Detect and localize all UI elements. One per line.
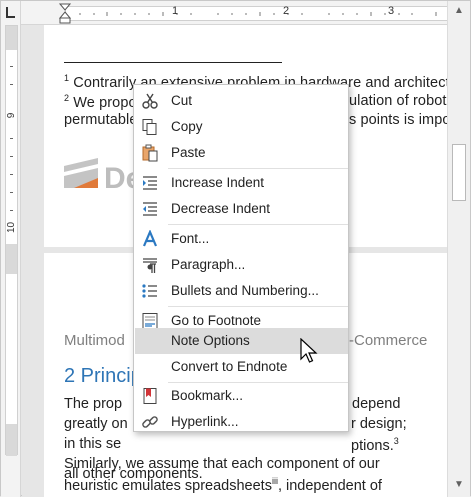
bookmark-icon [143, 388, 157, 404]
menu-item-paste[interactable]: Paste [135, 140, 348, 166]
page-header-tail: -Commerce [349, 332, 428, 349]
menu-item-bookmark[interactable]: Bookmark... [135, 383, 348, 409]
body-line-tail[interactable]: r design; [351, 416, 421, 432]
menu-item-label: Hyperlink... [171, 414, 239, 429]
menu-item-paragraph[interactable]: Paragraph... [135, 252, 348, 278]
ruler-number: 1 [172, 5, 179, 17]
footnote-2-tail[interactable]: ulation of robot [349, 93, 447, 109]
paste-icon [142, 144, 158, 162]
menu-item-label: Note Options [171, 333, 250, 348]
ruler-tick [10, 156, 13, 157]
ruler-margin [6, 26, 17, 50]
menu-item-copy[interactable]: Copy [135, 114, 348, 140]
menu-separator [168, 224, 348, 225]
paragraph-icon [143, 258, 157, 273]
menu-item-label: Bullets and Numbering... [171, 283, 319, 298]
ruler-margin [6, 424, 17, 456]
hyperlink-icon [142, 416, 158, 428]
menu-item-label: Increase Indent [171, 175, 265, 190]
menu-item-label: Copy [171, 119, 203, 134]
ruler-margin [6, 244, 17, 274]
ruler-tick [10, 66, 13, 67]
ruler-tick [10, 174, 13, 175]
menu-item-label: Go to Footnote [171, 313, 262, 328]
vertical-ruler[interactable]: 9 10 [5, 25, 18, 456]
menu-item-label: Convert to Endnote [171, 359, 288, 374]
ruler-tick [10, 210, 13, 211]
mouse-cursor-icon [300, 338, 318, 363]
ruler-tick [10, 84, 13, 85]
ruler-number: 10 [6, 221, 17, 233]
ruler-number: 2 [283, 5, 290, 17]
footnote-2-line2[interactable]: permutable [64, 112, 138, 128]
scroll-up-icon[interactable]: ▲ [453, 5, 465, 17]
menu-item-font[interactable]: Font... [135, 226, 348, 252]
ruler-tick [10, 192, 13, 193]
context-menu[interactable]: Cut Copy Paste Increase Indent Decrease … [133, 84, 349, 432]
page-header: Multimod [64, 332, 125, 349]
copy-icon [142, 119, 157, 135]
menu-separator [168, 306, 348, 307]
menu-item-cut[interactable]: Cut [135, 88, 348, 114]
menu-item-hyperlink[interactable]: Hyperlink... [135, 409, 348, 435]
ruler-number: 3 [388, 5, 395, 17]
indent-marker-icon[interactable] [59, 3, 71, 24]
bullets-icon [142, 284, 157, 298]
vertical-scrollbar[interactable]: ▲ ▼ [447, 1, 470, 497]
menu-item-label: Paragraph... [171, 257, 246, 272]
menu-item-label: Font... [171, 231, 210, 246]
footnote-separator [64, 62, 282, 63]
horizontal-ruler[interactable]: 1 2 3 [21, 1, 449, 25]
scrollbar-thumb[interactable] [452, 144, 466, 201]
menu-item-label: Decrease Indent [171, 201, 271, 216]
body-line[interactable]: all other components. [64, 466, 203, 482]
increase-indent-icon [143, 176, 157, 190]
footnote-2-line2-tail[interactable]: s points is impo [349, 112, 449, 128]
left-ruler-column: 9 10 [1, 1, 21, 497]
scissors-icon [142, 93, 158, 109]
scroll-down-icon[interactable]: ▼ [453, 479, 465, 491]
menu-item-decrease-indent[interactable]: Decrease Indent [135, 196, 348, 222]
tab-selector[interactable] [2, 2, 20, 24]
menu-item-label: Cut [171, 93, 193, 108]
body-line-tail[interactable]: depend [352, 396, 412, 412]
menu-separator [168, 168, 348, 169]
decrease-indent-icon [143, 202, 157, 216]
menu-item-bullets-numbering[interactable]: Bullets and Numbering... [135, 278, 348, 304]
ruler-number: 9 [6, 112, 17, 119]
menu-item-increase-indent[interactable]: Increase Indent [135, 170, 348, 196]
body-line-tail[interactable]: ptions.3 [351, 436, 421, 454]
ruler-tick [10, 138, 13, 139]
menu-item-label: Bookmark... [171, 388, 244, 403]
footnote-2[interactable]: 2 We propo [64, 93, 137, 111]
left-tab-icon [6, 7, 15, 18]
word-window: 9 10 1 2 3 1 Contrarily an extensive pro… [0, 0, 471, 497]
font-icon [142, 230, 158, 247]
section-heading[interactable]: 2 Princip [64, 365, 142, 388]
menu-item-label: Paste [171, 145, 206, 160]
